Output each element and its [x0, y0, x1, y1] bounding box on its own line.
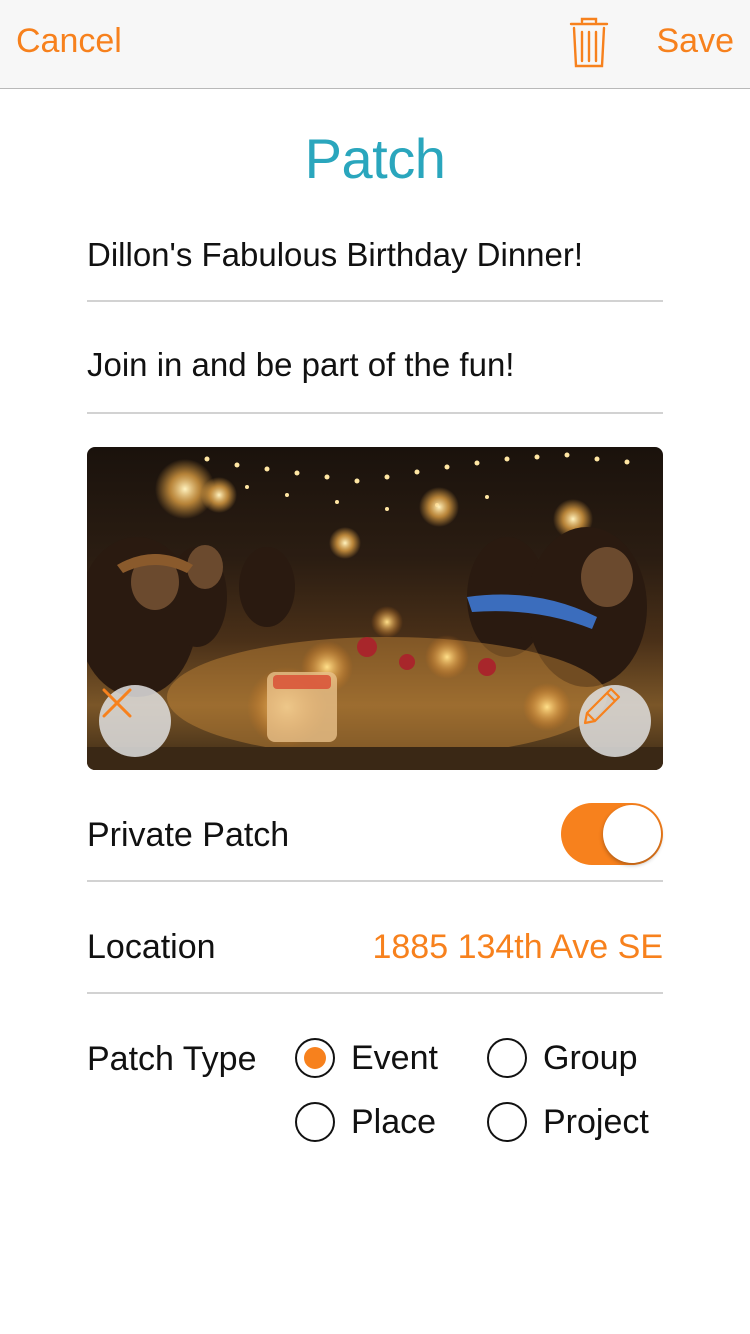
private-patch-row: Private Patch: [87, 790, 663, 882]
private-patch-toggle[interactable]: [561, 803, 663, 865]
save-button[interactable]: Save: [657, 22, 735, 61]
radio-button-selected[interactable]: [295, 1038, 335, 1078]
navigation-bar: Cancel Save: [0, 0, 750, 89]
private-patch-label: Private Patch: [87, 816, 290, 854]
location-label: Location: [87, 928, 216, 966]
patch-type-event-radio[interactable]: Event: [295, 1038, 438, 1078]
trash-icon[interactable]: [568, 16, 610, 70]
remove-photo-button[interactable]: [99, 685, 171, 757]
page-title: Patch: [304, 127, 446, 190]
location-row[interactable]: Location 1885 134th Ave SE: [87, 902, 663, 994]
patch-description-field[interactable]: [87, 340, 663, 414]
edit-photo-button[interactable]: [579, 685, 651, 757]
radio-button[interactable]: [487, 1102, 527, 1142]
patch-name-field[interactable]: [87, 230, 663, 302]
radio-button[interactable]: [487, 1038, 527, 1078]
patch-type-label: Patch Type: [87, 1040, 257, 1078]
radio-label: Project: [543, 1102, 649, 1141]
patch-description-input[interactable]: [87, 346, 663, 384]
radio-button[interactable]: [295, 1102, 335, 1142]
pencil-icon: [583, 687, 621, 725]
dinner-party-photo: [87, 452, 663, 770]
close-icon: [102, 688, 132, 718]
patch-photo: [87, 447, 663, 770]
toggle-knob: [603, 805, 661, 863]
patch-type-project-radio[interactable]: Project: [487, 1102, 649, 1142]
radio-label: Group: [543, 1038, 638, 1077]
patch-type-place-radio[interactable]: Place: [295, 1102, 436, 1142]
radio-label: Event: [351, 1038, 438, 1077]
radio-label: Place: [351, 1102, 437, 1141]
patch-type-group-radio[interactable]: Group: [487, 1038, 638, 1078]
patch-name-input[interactable]: [87, 236, 663, 274]
location-value[interactable]: 1885 134th Ave SE: [372, 928, 663, 967]
cancel-button[interactable]: Cancel: [16, 22, 122, 61]
